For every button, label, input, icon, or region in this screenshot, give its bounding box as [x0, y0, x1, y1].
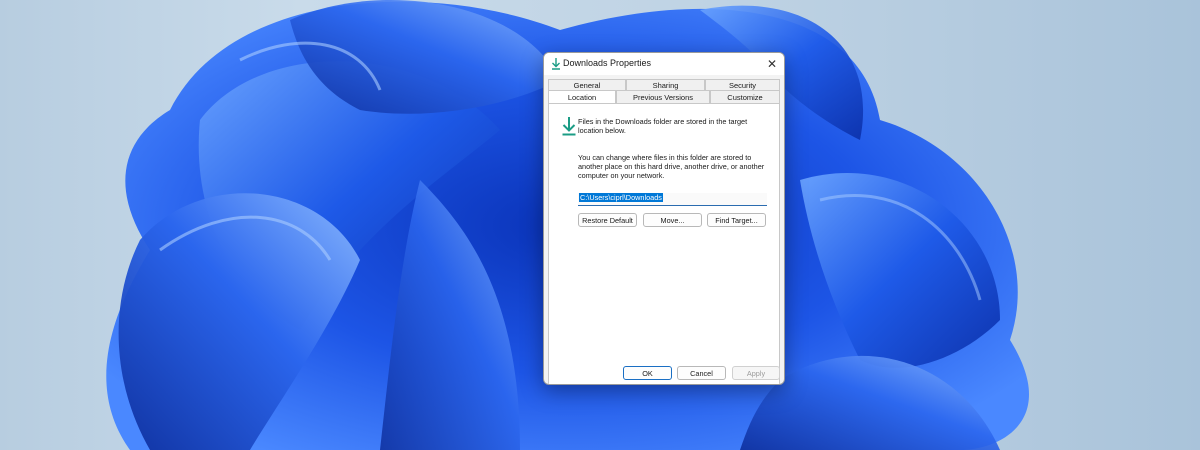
target-path-value: C:\Users\ciprl\Downloads: [579, 193, 663, 202]
move-button[interactable]: Move...: [643, 213, 702, 227]
tab-customize[interactable]: Customize: [710, 90, 780, 103]
tab-security[interactable]: Security: [705, 79, 780, 90]
tab-location[interactable]: Location: [548, 90, 616, 103]
location-description-text: You can change where files in this folde…: [578, 153, 765, 180]
properties-dialog: Downloads Properties ✕ General Sharing S…: [543, 52, 785, 385]
title-bar[interactable]: Downloads Properties ✕: [544, 53, 784, 75]
apply-button[interactable]: Apply: [732, 366, 780, 380]
target-path-input[interactable]: C:\Users\ciprl\Downloads: [578, 193, 767, 206]
ok-button[interactable]: OK: [623, 366, 672, 380]
restore-default-button[interactable]: Restore Default: [578, 213, 637, 227]
download-arrow-icon: [552, 58, 560, 70]
downloads-folder-icon: [562, 117, 576, 136]
tab-strip: General Sharing Security Location Previo…: [548, 79, 780, 103]
location-panel: Files in the Downloads folder are stored…: [548, 103, 780, 384]
location-intro-text: Files in the Downloads folder are stored…: [578, 117, 748, 135]
tab-sharing[interactable]: Sharing: [626, 79, 705, 90]
find-target-button[interactable]: Find Target...: [707, 213, 766, 227]
tab-general[interactable]: General: [548, 79, 626, 90]
close-button[interactable]: ✕: [760, 53, 784, 75]
close-icon: ✕: [766, 57, 778, 71]
cancel-button[interactable]: Cancel: [677, 366, 726, 380]
tab-previous-versions[interactable]: Previous Versions: [616, 90, 710, 103]
dialog-title: Downloads Properties: [563, 58, 652, 68]
